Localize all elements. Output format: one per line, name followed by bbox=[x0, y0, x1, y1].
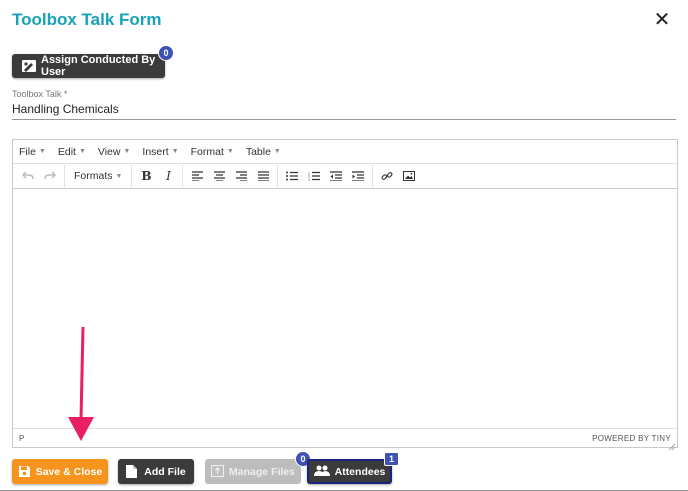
chevron-down-icon: ▼ bbox=[171, 148, 179, 155]
undo-icon[interactable] bbox=[17, 165, 39, 187]
file-icon bbox=[126, 465, 139, 478]
toolbar-divider bbox=[64, 165, 65, 187]
chevron-down-icon: ▼ bbox=[115, 172, 123, 180]
align-center-icon[interactable] bbox=[208, 165, 230, 187]
assign-count-badge: 0 bbox=[158, 45, 174, 61]
attendees-count-badge: 1 bbox=[384, 452, 399, 466]
align-right-icon[interactable] bbox=[230, 165, 252, 187]
chevron-down-icon: ▼ bbox=[273, 148, 281, 155]
manage-files-button[interactable]: Manage Files bbox=[205, 459, 301, 484]
chevron-down-icon: ▼ bbox=[38, 148, 46, 155]
formats-dropdown[interactable]: Formats ▼ bbox=[68, 165, 128, 187]
editor-content-area[interactable] bbox=[13, 190, 677, 428]
bold-icon[interactable]: B bbox=[135, 165, 157, 187]
resize-handle-icon[interactable] bbox=[668, 438, 676, 451]
people-icon bbox=[313, 465, 330, 478]
toolbox-talk-field-label: Toolbox Talk * bbox=[12, 89, 68, 99]
dialog-title: Toolbox Talk Form bbox=[12, 10, 162, 29]
save-and-close-button[interactable]: Save & Close bbox=[12, 459, 108, 484]
menu-insert[interactable]: Insert ▼ bbox=[142, 146, 178, 158]
menu-format-label: Format bbox=[190, 145, 224, 158]
annotation-arrow-icon bbox=[68, 326, 94, 441]
editor-menubar: File ▼ Edit ▼ View ▼ Insert ▼ Format ▼ Table ▼ bbox=[13, 140, 677, 164]
attendees-button[interactable]: Attendees bbox=[307, 459, 392, 484]
toolbar-divider bbox=[372, 165, 374, 187]
toolbox-talk-input[interactable]: Handling Chemicals bbox=[12, 102, 676, 120]
menu-edit[interactable]: Edit ▼ bbox=[58, 146, 86, 158]
user-edit-icon bbox=[22, 60, 36, 72]
close-icon[interactable]: ✕ bbox=[652, 10, 672, 30]
powered-by-tiny-link[interactable]: POWERED BY TINY bbox=[592, 434, 671, 443]
chevron-down-icon: ▼ bbox=[78, 148, 86, 155]
align-left-icon[interactable] bbox=[186, 165, 208, 187]
menu-edit-label: Edit bbox=[57, 145, 76, 158]
menu-view[interactable]: View ▼ bbox=[98, 146, 131, 158]
element-path[interactable]: P bbox=[19, 434, 24, 443]
editor-statusbar: P POWERED BY TINY bbox=[13, 428, 677, 447]
toolbar-divider bbox=[131, 165, 133, 187]
menu-table[interactable]: Table ▼ bbox=[246, 146, 281, 158]
assign-conducted-by-user-button[interactable]: Assign Conducted By User bbox=[12, 54, 165, 78]
attendees-label: Attendees bbox=[334, 465, 386, 478]
assign-button-label: Assign Conducted By User bbox=[41, 54, 156, 78]
chevron-down-icon: ▼ bbox=[123, 148, 131, 155]
toolbox-talk-dialog: Toolbox Talk Form ✕ Assign Conducted By … bbox=[0, 0, 688, 491]
toolbar-divider bbox=[182, 165, 184, 187]
italic-icon[interactable]: I bbox=[157, 165, 179, 187]
bullet-list-icon[interactable] bbox=[281, 165, 303, 187]
menu-insert-label: Insert bbox=[142, 145, 169, 158]
manage-files-label: Manage Files bbox=[229, 465, 295, 478]
menu-format[interactable]: Format ▼ bbox=[191, 146, 234, 158]
menu-view-label: View bbox=[97, 145, 121, 158]
chevron-down-icon: ▼ bbox=[226, 148, 234, 155]
menu-table-label: Table bbox=[245, 145, 271, 158]
add-file-button[interactable]: Add File bbox=[118, 459, 194, 484]
svg-text:3: 3 bbox=[308, 179, 310, 182]
editor-toolbar: Formats ▼ B I 123 bbox=[13, 164, 677, 189]
image-icon[interactable] bbox=[398, 165, 420, 187]
numbered-list-icon[interactable]: 123 bbox=[303, 165, 325, 187]
toolbar-divider bbox=[277, 165, 279, 187]
save-icon bbox=[18, 465, 31, 478]
indent-icon[interactable] bbox=[347, 165, 369, 187]
rich-text-editor: File ▼ Edit ▼ View ▼ Insert ▼ Format ▼ Table ▼… bbox=[12, 139, 678, 451]
align-justify-icon[interactable] bbox=[252, 165, 274, 187]
add-file-label: Add File bbox=[144, 465, 186, 478]
outdent-icon[interactable] bbox=[325, 165, 347, 187]
formats-label: Formats bbox=[74, 170, 113, 182]
save-button-label: Save & Close bbox=[35, 465, 103, 478]
menu-file-label: File bbox=[19, 145, 36, 158]
link-icon[interactable] bbox=[376, 165, 398, 187]
manage-files-icon bbox=[211, 465, 225, 478]
redo-icon[interactable] bbox=[39, 165, 61, 187]
menu-file[interactable]: File ▼ bbox=[19, 146, 46, 158]
